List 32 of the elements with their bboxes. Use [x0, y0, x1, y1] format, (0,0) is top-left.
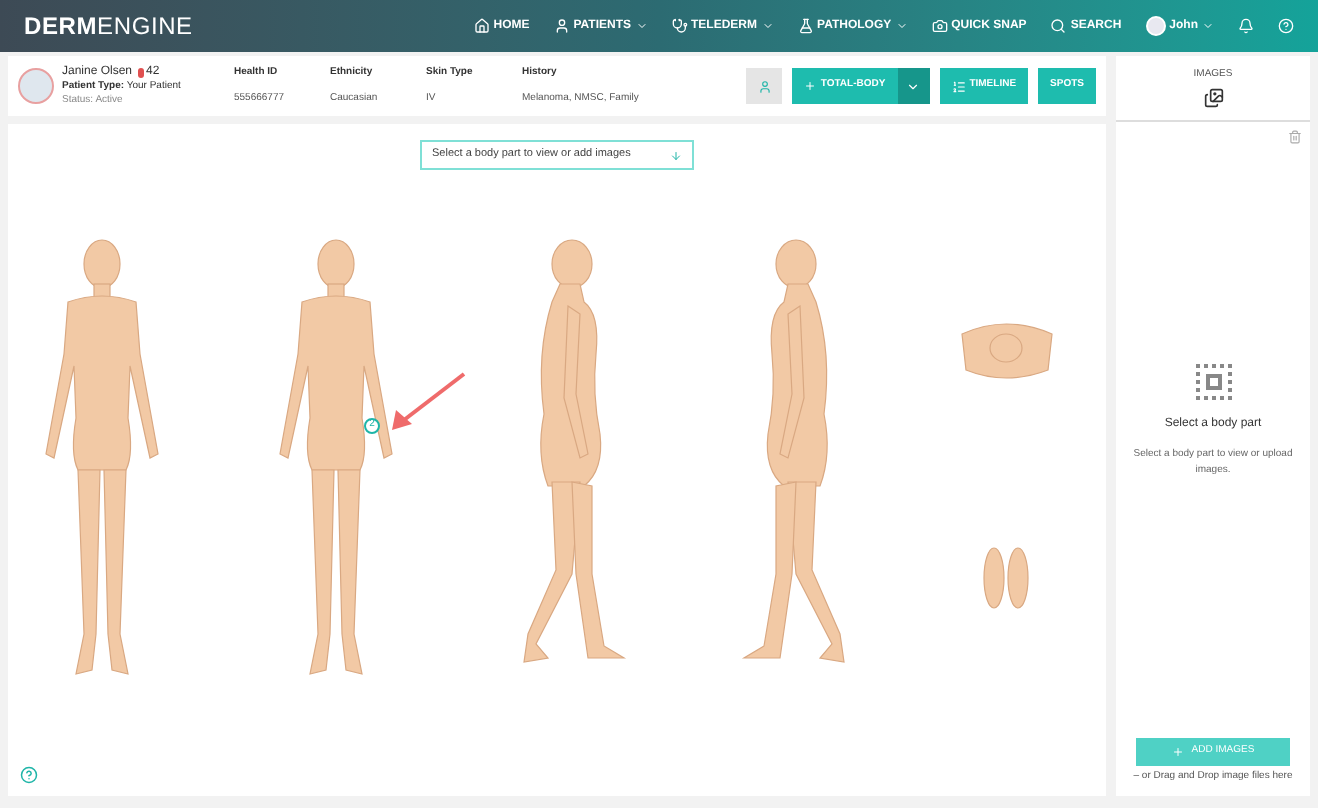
caret-icon [906, 79, 921, 93]
dropdown-button[interactable] [897, 68, 930, 104]
avatar-icon [18, 68, 54, 104]
bell-icon[interactable] [1238, 18, 1254, 34]
arrow-pointer [392, 372, 466, 430]
person-icon [553, 18, 570, 34]
caret-icon [1202, 20, 1214, 32]
person-icon [757, 79, 772, 93]
help-icon[interactable] [20, 766, 38, 784]
plus-icon [1171, 745, 1184, 757]
caret-icon [635, 20, 648, 32]
home-icon [473, 18, 490, 34]
trash-icon[interactable] [1288, 129, 1302, 143]
caret-icon [895, 20, 908, 32]
stethoscope-icon [671, 18, 688, 34]
arrow-down-icon [670, 149, 682, 161]
body-side-view-drawing[interactable] [523, 239, 627, 663]
feet-bottom-view-drawing[interactable] [983, 547, 1029, 609]
logo[interactable]: DERMENGINE [24, 8, 193, 44]
flask-icon [797, 18, 814, 34]
caret-icon [761, 20, 774, 32]
grid-icon [1195, 363, 1231, 399]
upper-body-top-view-drawing[interactable] [961, 323, 1053, 379]
plus-icon [804, 80, 817, 92]
avatar-icon [1145, 16, 1166, 36]
body-side-view-drawing[interactable] [741, 239, 845, 663]
spot-icon [138, 67, 145, 77]
patient-button[interactable] [746, 68, 783, 104]
body-front-view-drawing[interactable] [45, 239, 159, 675]
timeline-icon [951, 79, 966, 93]
body-back-view-drawing[interactable] [279, 239, 393, 675]
search-icon [1050, 18, 1067, 34]
